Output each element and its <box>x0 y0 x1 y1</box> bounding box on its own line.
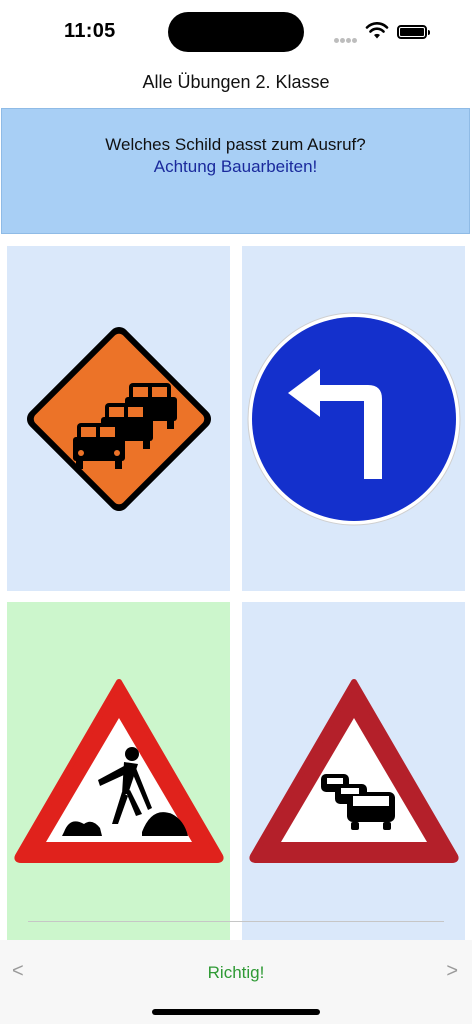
question-prompt: Welches Schild passt zum Ausruf? <box>105 135 366 154</box>
bottom-toolbar: < Richtig! > <box>0 940 472 1024</box>
content-divider <box>28 921 444 922</box>
roadworks-warning-sign-icon <box>13 679 224 863</box>
question-box: Welches Schild passt zum Ausruf? Achtung… <box>1 108 470 234</box>
battery-icon <box>397 25 430 39</box>
answer-tile-traffic-jam-triangle[interactable] <box>242 602 465 940</box>
cellular-signal-icon <box>334 30 358 48</box>
next-button[interactable]: > <box>446 960 458 983</box>
navigation-bar: ‹ Alle Übungen 2. Klasse <box>0 62 472 106</box>
answer-tile-left-turn-round-blue[interactable] <box>242 246 465 591</box>
home-indicator <box>152 1009 320 1015</box>
question-exclamation: Achtung Bauarbeiten! <box>153 157 318 176</box>
share-icon[interactable] <box>420 70 444 96</box>
page-title: Alle Übungen 2. Klasse <box>142 72 330 92</box>
answer-tile-stau-orange-diamond[interactable] <box>7 246 230 591</box>
result-label: Richtig! <box>207 963 265 982</box>
answer-tile-roadworks-triangle[interactable] <box>7 602 230 940</box>
status-time: 11:05 <box>64 20 116 42</box>
dynamic-island <box>168 12 304 52</box>
wifi-icon <box>365 22 389 39</box>
traffic-jam-diamond-sign-icon <box>26 326 211 511</box>
status-bar: 11:05 <box>0 0 472 62</box>
traffic-jam-warning-sign-icon <box>248 679 459 863</box>
left-turn-sign-icon <box>247 312 460 525</box>
